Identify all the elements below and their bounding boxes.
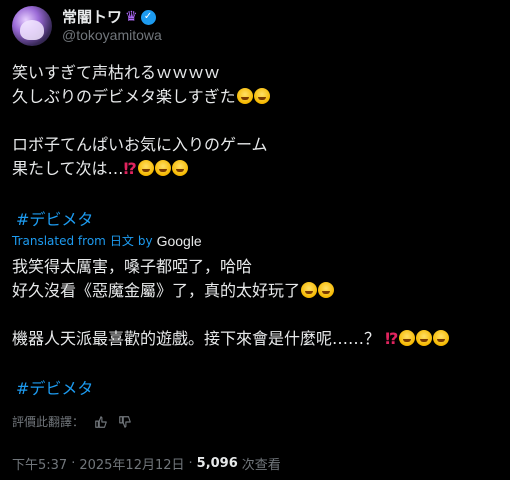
original-line-2: 久しぶりのデビメタ楽しすぎた — [12, 86, 270, 108]
display-name[interactable]: 常闇トワ — [62, 8, 122, 26]
thumbs-up-icon[interactable] — [94, 415, 108, 429]
hashtag-link[interactable]: #デビメタ — [16, 206, 93, 230]
display-name-row[interactable]: 常闇トワ ♛ ✓ — [62, 8, 162, 26]
rolling-laughing-emoji-icon — [253, 88, 270, 104]
emblem-icon: ♛ — [125, 9, 138, 25]
rolling-laughing-emoji-icon — [137, 160, 154, 176]
hashtag-link-translated[interactable]: #デビメタ — [16, 375, 93, 399]
rolling-laughing-emoji-icon — [171, 160, 188, 176]
views-label: 次查看 — [241, 458, 281, 473]
handle[interactable]: @tokoyamitowa — [62, 26, 162, 44]
post-time[interactable]: 下午5:37 — [12, 454, 67, 473]
rolling-laughing-emoji-icon — [154, 160, 171, 176]
post-date[interactable]: 2025年12月12日 — [79, 454, 184, 473]
original-line-3: ロボ子てんぱいお気に入りのゲーム — [12, 135, 268, 154]
author-names: 常闇トワ ♛ ✓ @tokoyamitowa — [62, 8, 162, 44]
interrobang-icon: ⁉ — [385, 329, 399, 348]
tweet-header: 常闇トワ ♛ ✓ @tokoyamitowa — [12, 6, 162, 46]
rolling-laughing-emoji-icon — [416, 330, 433, 346]
google-logo: Google — [156, 232, 202, 249]
rolling-laughing-emoji-icon — [433, 330, 450, 346]
thumbs-down-icon[interactable] — [118, 415, 132, 429]
translated-line-3: 機器人天派最喜歡的遊戲。接下來會是什麼呢……？ ⁉ — [12, 328, 450, 350]
translation-label[interactable]: Translated from 日文 by Google — [12, 232, 202, 249]
tweet-meta: 下午5:37 · 2025年12月12日 · 5,096 次查看 — [12, 454, 281, 473]
original-line-4: 果たして次は…⁉ — [12, 158, 188, 180]
view-count: 5,096 — [196, 456, 238, 471]
rolling-laughing-emoji-icon — [301, 282, 318, 298]
rate-translation: 評價此翻譯： — [12, 413, 132, 430]
interrobang-icon: ⁉ — [123, 159, 137, 178]
avatar[interactable] — [12, 6, 52, 46]
rolling-laughing-emoji-icon — [399, 330, 416, 346]
rolling-laughing-emoji-icon — [236, 88, 253, 104]
original-line-1: 笑いすぎて声枯れるｗｗｗｗ — [12, 63, 221, 82]
rolling-laughing-emoji-icon — [318, 282, 335, 298]
verified-icon[interactable]: ✓ — [140, 9, 156, 25]
translated-line-1: 我笑得太厲害，嗓子都啞了，哈哈 — [12, 257, 253, 276]
translated-line-2: 好久沒看《惡魔金屬》了，真的太好玩了 — [12, 280, 335, 302]
